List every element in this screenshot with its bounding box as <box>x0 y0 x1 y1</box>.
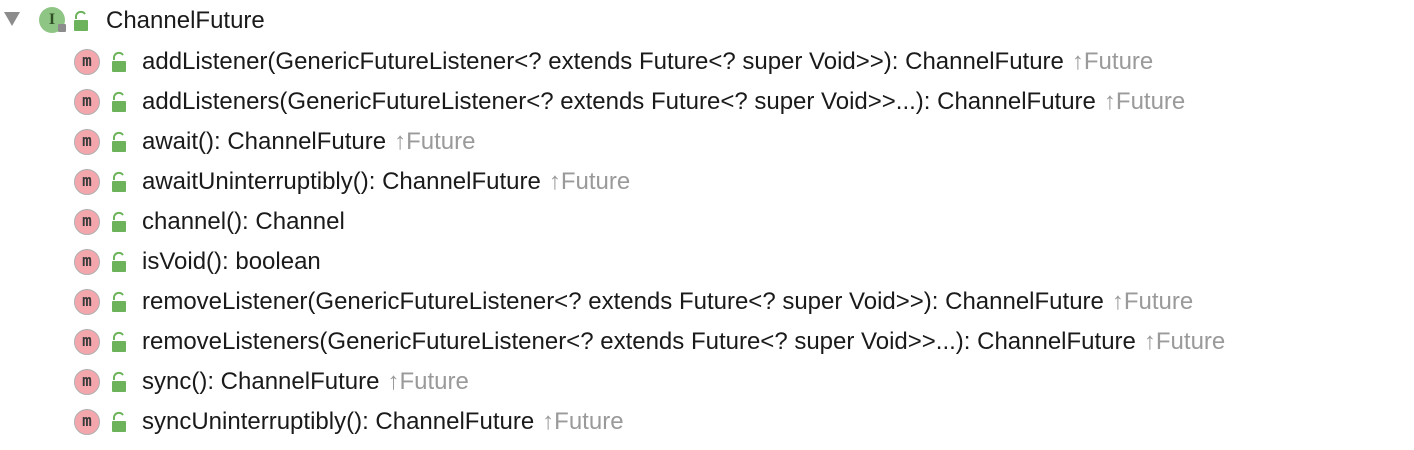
method-icon: m <box>74 289 100 315</box>
inherited-arrow-icon: ↑ <box>1111 288 1124 315</box>
method-list: m addListener(GenericFutureListener<? ext… <box>0 42 1414 442</box>
method-icon: m <box>74 209 100 235</box>
public-unlock-icon <box>110 251 130 273</box>
public-unlock-icon <box>110 131 130 153</box>
public-unlock-icon <box>110 211 130 233</box>
method-signature: awaitUninterruptibly(): ChannelFuture <box>142 168 541 195</box>
inherited-from-label: ↑Future <box>1112 288 1193 315</box>
inherited-source: Future <box>560 168 631 195</box>
public-unlock-icon <box>110 51 130 73</box>
inherited-source: Future <box>1115 88 1186 115</box>
public-unlock-icon <box>110 411 130 433</box>
tree-node-method[interactable]: m awaitUninterruptibly(): ChannelFuture ↑F… <box>0 162 1414 202</box>
structure-tree: I ChannelFuture m addListener(GenericFutu… <box>0 0 1414 442</box>
method-member: channel(): Channel <box>142 208 345 236</box>
inherited-from-label: ↑Future <box>1104 88 1185 115</box>
method-icon: m <box>74 329 100 355</box>
interface-icon-letter: I <box>48 11 56 28</box>
method-signature: addListeners(GenericFutureListener<? ext… <box>142 88 1096 115</box>
method-signature: addListener(GenericFutureListener<? exte… <box>142 48 1064 75</box>
public-unlock-icon <box>110 91 130 113</box>
public-unlock-icon <box>110 331 130 353</box>
method-icon: m <box>74 49 100 75</box>
inherited-source: Future <box>406 128 476 155</box>
method-member: addListener(GenericFutureListener<? exte… <box>142 48 1153 76</box>
method-signature: removeListener(GenericFutureListener<? e… <box>142 288 1104 315</box>
method-signature: isVoid(): boolean <box>142 248 321 275</box>
method-signature: syncUninterruptibly(): ChannelFuture <box>142 408 535 435</box>
inherited-source: Future <box>1123 288 1194 315</box>
method-icon: m <box>74 129 100 155</box>
inherited-from-label: ↑Future <box>394 128 475 155</box>
inherited-from-label: ↑Future <box>387 368 468 395</box>
tree-node-method[interactable]: m removeListener(GenericFutureListener<? … <box>0 282 1414 322</box>
inherited-arrow-icon: ↑ <box>1103 88 1116 115</box>
method-signature: channel(): Channel <box>142 208 345 235</box>
method-member: awaitUninterruptibly(): ChannelFuture ↑Fu… <box>142 168 630 196</box>
method-member: addListeners(GenericFutureListener<? ext… <box>142 88 1185 116</box>
inherited-source: Future <box>1155 328 1226 355</box>
lock-badge-icon <box>58 24 66 32</box>
inherited-from-label: ↑Future <box>1144 328 1225 355</box>
public-unlock-icon <box>110 371 130 393</box>
inherited-arrow-icon: ↑ <box>1071 48 1084 75</box>
inherited-arrow-icon: ↑ <box>542 408 555 435</box>
interface-name: ChannelFuture <box>106 7 265 34</box>
expand-arrow-icon[interactable] <box>4 12 20 26</box>
interface-icon: I <box>39 7 66 33</box>
method-member: sync(): ChannelFuture ↑Future <box>142 368 469 396</box>
method-member: removeListener(GenericFutureListener<? e… <box>142 288 1193 316</box>
inherited-arrow-icon: ↑ <box>548 168 561 195</box>
method-member: removeListeners(GenericFutureListener<? … <box>142 328 1225 356</box>
tree-node-channelfuture[interactable]: I ChannelFuture <box>0 0 1414 42</box>
tree-node-method[interactable]: m syncUninterruptibly(): ChannelFuture ↑Fu… <box>0 402 1414 442</box>
tree-node-method[interactable]: m addListener(GenericFutureListener<? ext… <box>0 42 1414 82</box>
public-unlock-icon <box>72 10 92 39</box>
inherited-source: Future <box>399 368 469 395</box>
inherited-arrow-icon: ↑ <box>387 368 400 395</box>
tree-node-method[interactable]: m isVoid(): boolean <box>0 242 1414 282</box>
method-signature: sync(): ChannelFuture <box>142 368 380 395</box>
method-signature: await(): ChannelFuture <box>142 128 387 155</box>
tree-node-method[interactable]: m channel(): Channel <box>0 202 1414 242</box>
public-unlock-icon <box>110 171 130 193</box>
inherited-from-label: ↑Future <box>1072 48 1153 75</box>
tree-node-method[interactable]: m sync(): ChannelFuture ↑Future <box>0 362 1414 402</box>
method-signature: removeListeners(GenericFutureListener<? … <box>142 328 1136 355</box>
method-icon: m <box>74 249 100 275</box>
inherited-from-label: ↑Future <box>542 408 623 435</box>
tree-node-method[interactable]: m removeListeners(GenericFutureListener<?… <box>0 322 1414 362</box>
inherited-arrow-icon: ↑ <box>1143 328 1156 355</box>
tree-node-method[interactable]: m addListeners(GenericFutureListener<? ex… <box>0 82 1414 122</box>
method-member: await(): ChannelFuture ↑Future <box>142 128 476 156</box>
inherited-from-label: ↑Future <box>549 168 630 195</box>
public-unlock-icon <box>110 291 130 313</box>
method-member: isVoid(): boolean <box>142 248 321 276</box>
inherited-arrow-icon: ↑ <box>394 128 407 155</box>
method-icon: m <box>74 89 100 115</box>
method-icon: m <box>74 169 100 195</box>
inherited-source: Future <box>1083 48 1154 75</box>
method-icon: m <box>74 369 100 395</box>
method-member: syncUninterruptibly(): ChannelFuture ↑Fut… <box>142 408 624 436</box>
method-icon: m <box>74 409 100 435</box>
tree-node-method[interactable]: m await(): ChannelFuture ↑Future <box>0 122 1414 162</box>
inherited-source: Future <box>554 408 624 435</box>
